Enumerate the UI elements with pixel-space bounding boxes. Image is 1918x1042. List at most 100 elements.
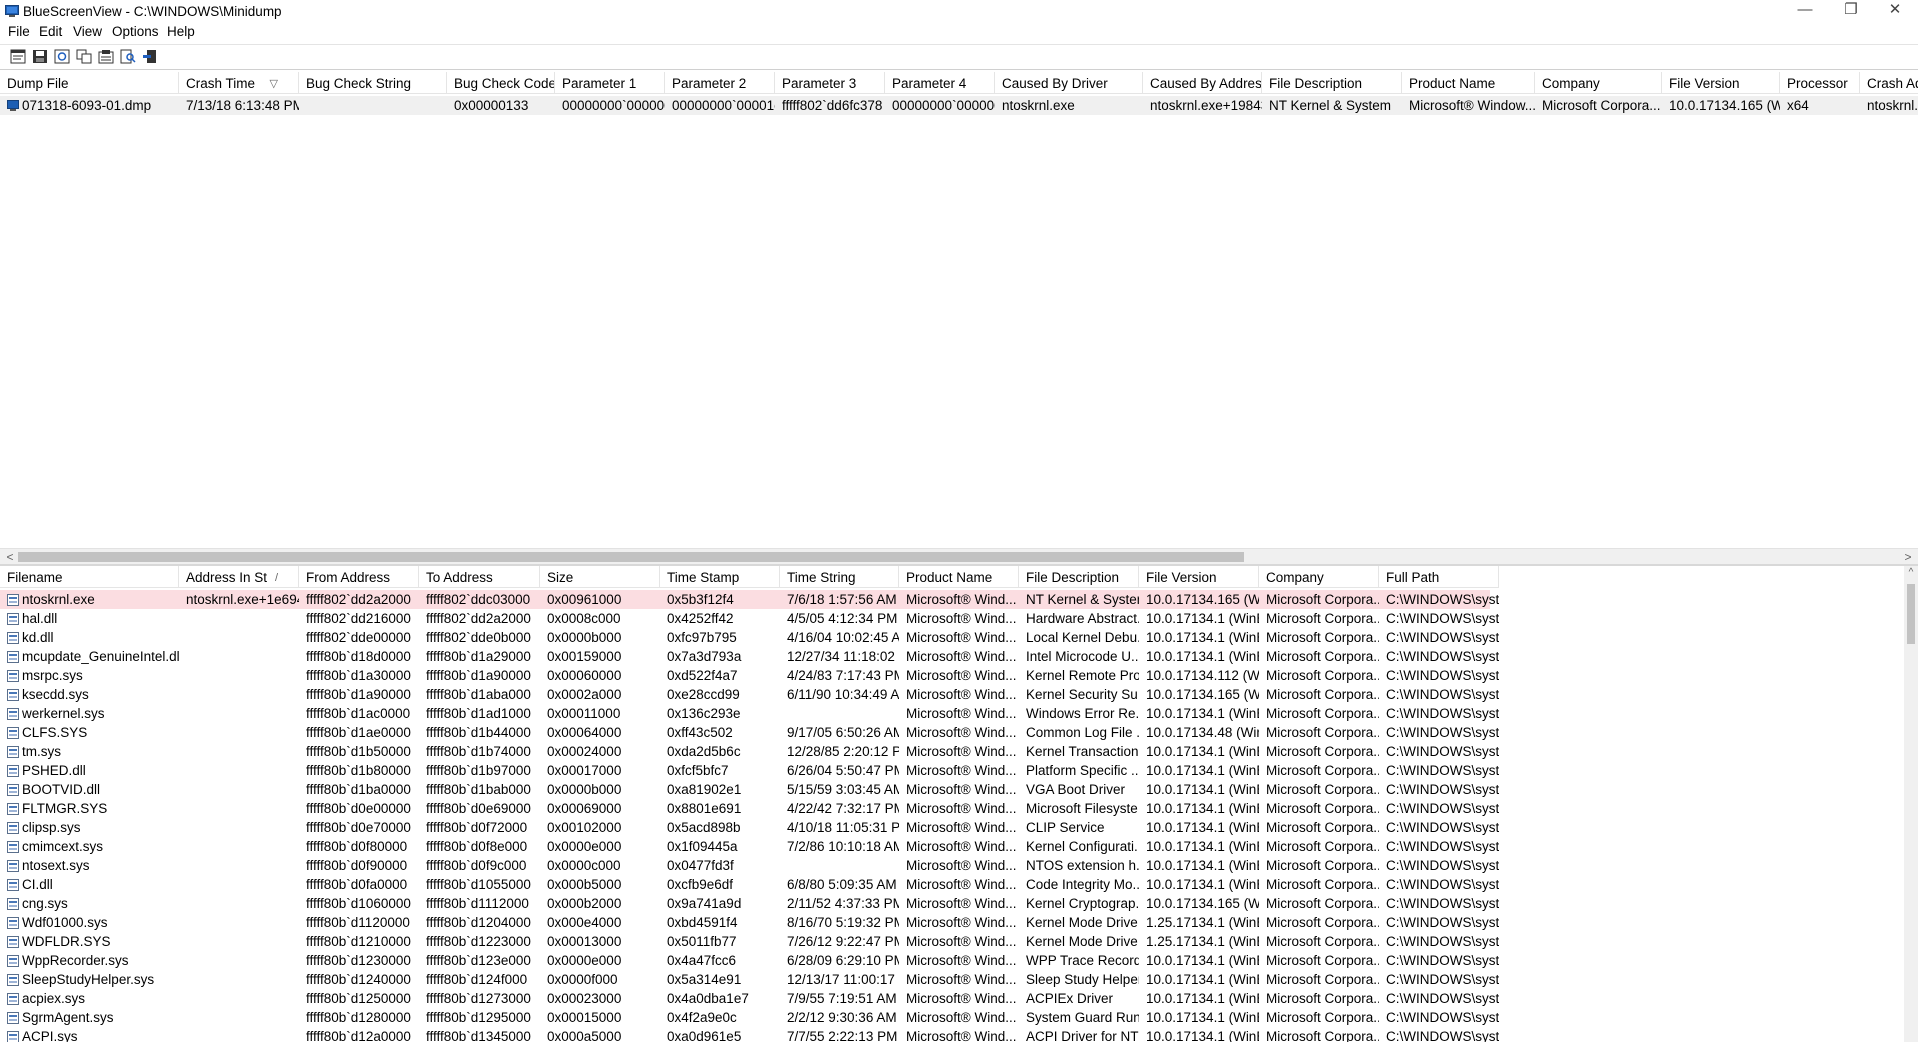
dump-column-header[interactable]: Bug Check Code: [447, 72, 555, 94]
table-cell: fffff80b`d1b74000: [419, 742, 540, 761]
driver-column-header[interactable]: Size: [540, 566, 660, 588]
cell-text: Microsoft® Wind...: [906, 706, 1017, 721]
table-cell: NT Kernel & System: [1262, 96, 1402, 115]
horizontal-scrollbar[interactable]: < >: [0, 548, 1918, 565]
table-row[interactable]: 071318-6093-01.dmp 7/13/18 6:13:48 PM 0x00…: [0, 96, 1918, 115]
dump-column-header[interactable]: Crash Time ▽: [179, 72, 299, 94]
scroll-thumb[interactable]: [18, 552, 1244, 562]
cell-text: fffff80b`d1120000: [306, 915, 410, 930]
scroll-up-arrow[interactable]: ^: [1904, 566, 1918, 580]
menu-options[interactable]: Options: [112, 24, 159, 39]
scroll-right-arrow[interactable]: >: [1900, 549, 1916, 565]
cell-text: clipsp.sys: [22, 820, 81, 835]
dump-column-header[interactable]: Parameter 2: [665, 72, 775, 94]
dump-column-header[interactable]: File Description: [1262, 72, 1402, 94]
table-row[interactable]: ksecdd.sys fffff80b`d1a90000 fffff80b`d1ab…: [0, 685, 1499, 704]
table-row[interactable]: SleepStudyHelper.sys fffff80b`d1240000 fff…: [0, 970, 1499, 989]
dump-column-header[interactable]: Caused By Driver: [995, 72, 1143, 94]
dump-column-header[interactable]: Bug Check String: [299, 72, 447, 94]
save-icon[interactable]: [32, 49, 48, 64]
table-row[interactable]: CLFS.SYS fffff80b`d1ae0000 fffff80b`d1b440…: [0, 723, 1499, 742]
close-button[interactable]: ✕: [1872, 0, 1918, 22]
menu-view[interactable]: View: [73, 24, 102, 39]
driver-column-header[interactable]: Filename: [0, 566, 179, 588]
scroll-left-arrow[interactable]: <: [2, 549, 18, 565]
table-row[interactable]: clipsp.sys fffff80b`d0e70000 fffff80b`d0f7…: [0, 818, 1499, 837]
driver-column-header[interactable]: Time Stamp: [660, 566, 780, 588]
dump-column-header[interactable]: Parameter 4: [885, 72, 995, 94]
minimize-button[interactable]: —: [1782, 0, 1828, 22]
table-row[interactable]: werkernel.sys fffff80b`d1ac0000 fffff80b`d…: [0, 704, 1499, 723]
column-header-label: Product Name: [906, 570, 993, 585]
cell-text: x64: [1787, 98, 1809, 113]
driver-column-header[interactable]: From Address: [299, 566, 419, 588]
driver-column-header[interactable]: Full Path: [1379, 566, 1499, 588]
table-row[interactable]: cmimcext.sys fffff80b`d0f80000 fffff80b`d0…: [0, 837, 1499, 856]
table-row[interactable]: tm.sys fffff80b`d1b50000 fffff80b`d1b74000…: [0, 742, 1499, 761]
table-row[interactable]: mcupdate_GenuineIntel.dll fffff80b`d18d00…: [0, 647, 1499, 666]
table-row[interactable]: WDFLDR.SYS fffff80b`d1210000 fffff80b`d122…: [0, 932, 1499, 951]
menu-edit[interactable]: Edit: [39, 24, 62, 39]
table-row[interactable]: FLTMGR.SYS fffff80b`d0e00000 fffff80b`d0e6…: [0, 799, 1499, 818]
table-cell: C:\WINDOWS\syst...: [1379, 647, 1499, 666]
restore-button[interactable]: ❐: [1828, 0, 1874, 22]
table-row[interactable]: acpiex.sys fffff80b`d1250000 fffff80b`d127…: [0, 989, 1499, 1008]
exit-icon[interactable]: [142, 49, 158, 64]
table-cell: Microsoft Corpora...: [1259, 704, 1379, 723]
cell-text: C:\WINDOWS\syst...: [1386, 592, 1499, 607]
find-icon[interactable]: [120, 49, 136, 64]
table-cell: fffff80b`d1230000: [299, 951, 419, 970]
driver-column-header[interactable]: Product Name: [899, 566, 1019, 588]
vertical-scroll-thumb[interactable]: [1907, 584, 1915, 644]
table-row[interactable]: SgrmAgent.sys fffff80b`d1280000 fffff80b`d…: [0, 1008, 1499, 1027]
table-row[interactable]: BOOTVID.dll fffff80b`d1ba0000 fffff80b`d1b…: [0, 780, 1499, 799]
dump-column-header[interactable]: Processor: [1780, 72, 1860, 94]
vertical-scrollbar[interactable]: ^: [1904, 566, 1918, 1042]
cell-text: fffff80b`d123e000: [426, 953, 531, 968]
dump-column-header[interactable]: Parameter 1: [555, 72, 665, 94]
refresh-icon[interactable]: [54, 49, 70, 64]
copy-icon[interactable]: [76, 49, 92, 64]
dump-column-header[interactable]: Parameter 3: [775, 72, 885, 94]
driver-column-header[interactable]: To Address: [419, 566, 540, 588]
table-row[interactable]: hal.dll fffff802`dd216000 fffff802`dd2a200…: [0, 609, 1499, 628]
dump-column-header[interactable]: File Version: [1662, 72, 1780, 94]
table-cell: C:\WINDOWS\syst...: [1379, 742, 1499, 761]
table-cell: CLFS.SYS: [0, 723, 179, 742]
driver-column-header[interactable]: File Version: [1139, 566, 1259, 588]
table-cell: fffff80b`d0f8e000: [419, 837, 540, 856]
driver-column-header[interactable]: Company: [1259, 566, 1379, 588]
table-cell: 0x00060000: [540, 666, 660, 685]
dump-column-header[interactable]: Crash Ad: [1860, 72, 1918, 94]
table-row[interactable]: ACPI.sys fffff80b`d12a0000 fffff80b`d13450…: [0, 1027, 1499, 1042]
table-cell: 7/2/86 10:10:18 AM: [780, 837, 899, 856]
html-report-icon[interactable]: [10, 49, 26, 64]
cell-text: 0xd522f4a7: [667, 668, 738, 683]
driver-column-header[interactable]: Address In St /: [179, 566, 299, 588]
dump-column-header[interactable]: Company: [1535, 72, 1662, 94]
table-cell: 0x0002a000: [540, 685, 660, 704]
table-row[interactable]: ntoskrnl.exe ntoskrnl.exe+1e6947 fffff802`…: [0, 590, 1499, 609]
properties-icon[interactable]: [98, 49, 114, 64]
dump-column-header[interactable]: Dump File: [0, 72, 179, 94]
dump-column-header[interactable]: Caused By Address: [1143, 72, 1262, 94]
menu-help[interactable]: Help: [167, 24, 195, 39]
table-row[interactable]: kd.dll fffff802`dde00000 fffff802`dde0b000…: [0, 628, 1499, 647]
table-row[interactable]: cng.sys fffff80b`d1060000 fffff80b`d111200…: [0, 894, 1499, 913]
driver-file-icon: [7, 765, 19, 777]
column-header-label: Parameter 1: [562, 76, 637, 91]
cell-text: Microsoft® Wind...: [906, 668, 1017, 683]
table-row[interactable]: Wdf01000.sys fffff80b`d1120000 fffff80b`d1…: [0, 913, 1499, 932]
driver-column-header[interactable]: File Description: [1019, 566, 1139, 588]
table-row[interactable]: msrpc.sys fffff80b`d1a30000 fffff80b`d1a90…: [0, 666, 1499, 685]
driver-column-header[interactable]: Time String: [780, 566, 899, 588]
cell-text: fffff80b`d0f72000: [426, 820, 528, 835]
cell-text: 0xa0d961e5: [667, 1029, 742, 1042]
dump-column-header[interactable]: Product Name: [1402, 72, 1535, 94]
table-row[interactable]: ntosext.sys fffff80b`d0f90000 fffff80b`d0f…: [0, 856, 1499, 875]
table-row[interactable]: CI.dll fffff80b`d0fa0000 fffff80b`d1055000…: [0, 875, 1499, 894]
menu-file[interactable]: File: [8, 24, 30, 39]
table-row[interactable]: WppRecorder.sys fffff80b`d1230000 fffff80b…: [0, 951, 1499, 970]
cell-text: 6/26/04 5:50:47 PM: [787, 763, 899, 778]
table-row[interactable]: PSHED.dll fffff80b`d1b80000 fffff80b`d1b97…: [0, 761, 1499, 780]
